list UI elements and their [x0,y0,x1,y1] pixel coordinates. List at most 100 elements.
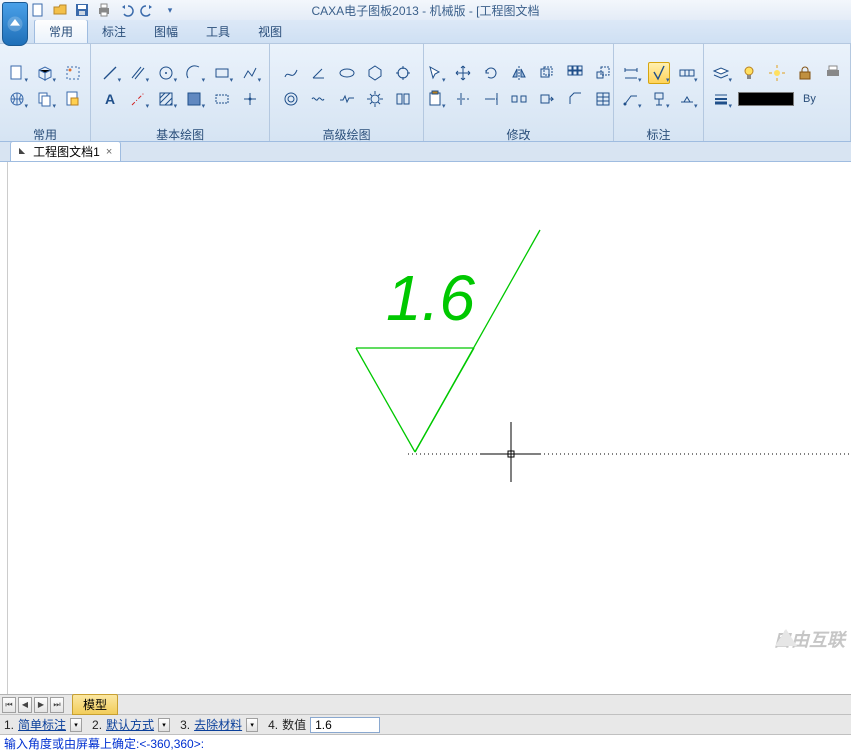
new-doc-icon[interactable] [6,62,28,84]
array-icon[interactable] [564,62,586,84]
chevron-down-icon[interactable]: ▾ [70,718,82,732]
nav-first-icon[interactable]: ⏮ [2,697,16,713]
text-icon[interactable]: A [99,88,121,110]
window-title: CAXA电子图板2013 - 机械版 - [工程图文档 [311,2,539,19]
printer-icon[interactable] [822,62,844,84]
datum-icon[interactable] [648,88,670,110]
extend-icon[interactable] [480,88,502,110]
hatch-icon[interactable] [155,88,177,110]
construct-icon[interactable] [392,62,414,84]
leader-icon[interactable] [620,88,642,110]
ring-icon[interactable] [280,88,302,110]
ribbon: 常用 A 基本绘图 [0,44,851,142]
redo-icon[interactable] [140,2,156,18]
chevron-down-icon[interactable]: ▾ [158,718,170,732]
app-menu-button[interactable] [2,2,28,46]
centerline-icon[interactable] [127,88,149,110]
dim-linear-icon[interactable] [620,62,642,84]
new-icon[interactable] [30,2,46,18]
copy-icon[interactable] [34,88,56,110]
lineweight-icon[interactable] [710,88,732,110]
open-icon[interactable] [52,2,68,18]
clipboard-icon[interactable] [424,88,446,110]
weld-icon[interactable] [676,88,698,110]
left-gutter [0,162,8,694]
tab-frame[interactable]: 图幅 [140,20,192,43]
tab-view[interactable]: 视图 [244,20,296,43]
parallel-icon[interactable] [127,62,149,84]
zigzag-icon[interactable] [336,88,358,110]
value-input[interactable] [310,717,380,733]
block-icon[interactable] [392,88,414,110]
doc-tab-tri-icon: ◣ [19,146,25,155]
panel-label-basic: 基本绘图 [97,123,263,139]
document-tabs: ◣ 工程图文档1 × [0,142,851,162]
stretch-icon[interactable] [536,88,558,110]
region-icon[interactable] [211,88,233,110]
close-icon[interactable]: × [106,146,112,158]
chevron-down-icon[interactable]: ▾ [246,718,258,732]
line-icon[interactable] [99,62,121,84]
lock-icon[interactable] [794,62,816,84]
workspace: 1.6 自由互联 [0,162,851,694]
panel-common: 常用 [0,44,91,141]
tab-common[interactable]: 常用 [34,19,88,43]
table-icon[interactable] [592,88,614,110]
model-tab[interactable]: 模型 [72,694,118,715]
tab-tools[interactable]: 工具 [192,20,244,43]
tab-annotation[interactable]: 标注 [88,20,140,43]
panel-advanced-draw: 高级绘图 [270,44,424,141]
globe-icon[interactable] [6,88,28,110]
offset-icon[interactable] [536,62,558,84]
wave-icon[interactable] [308,88,330,110]
point-icon[interactable] [239,88,261,110]
nav-next-icon[interactable]: ▶ [34,697,48,713]
ribbon-tabs: 常用 标注 图幅 工具 视图 [0,20,851,44]
document-tab[interactable]: ◣ 工程图文档1 × [10,141,121,161]
polyline-icon[interactable] [239,62,261,84]
command-line[interactable]: 输入角度或由屏幕上确定:<-360,360>: [0,734,851,752]
surface-finish-icon[interactable] [648,62,670,84]
opt-style[interactable]: 2. 默认方式 ▾ [92,716,178,733]
rotate-icon[interactable] [480,62,502,84]
opt-material[interactable]: 3. 去除材料 ▾ [180,716,266,733]
rect-icon[interactable] [211,62,233,84]
drawing-canvas[interactable]: 1.6 自由互联 [8,162,851,694]
trim-icon[interactable] [452,88,474,110]
panel-label-advanced: 高级绘图 [276,123,417,139]
angle-icon[interactable] [308,62,330,84]
bulb-icon[interactable] [738,62,760,84]
watermark: 自由互联 [773,626,845,652]
scale-icon[interactable] [592,62,614,84]
tolerance-icon[interactable] [676,62,698,84]
color-swatch[interactable] [738,92,794,106]
spline-icon[interactable] [280,62,302,84]
panel-label-common: 常用 [6,123,84,139]
circle-icon[interactable] [155,62,177,84]
opt-mode[interactable]: 1. 简单标注 ▾ [4,716,90,733]
nav-prev-icon[interactable]: ◀ [18,697,32,713]
cube-icon[interactable] [34,62,56,84]
arc-icon[interactable] [183,62,205,84]
undo-icon[interactable] [118,2,134,18]
polygon-icon[interactable] [364,62,386,84]
select-icon[interactable] [62,62,84,84]
mirror-icon[interactable] [508,62,530,84]
panel-modify: 修改 [424,44,614,141]
cursor-icon[interactable] [424,62,446,84]
qat-more-icon[interactable]: ▾ [162,2,178,18]
nav-last-icon[interactable]: ⏭ [50,697,64,713]
save-icon[interactable] [74,2,90,18]
fill-icon[interactable] [183,88,205,110]
ellipse-icon[interactable] [336,62,358,84]
layer-icon[interactable] [710,62,732,84]
properties-icon[interactable] [62,88,84,110]
color-label: By [803,93,816,105]
sun-icon[interactable] [766,62,788,84]
move-icon[interactable] [452,62,474,84]
quick-access-toolbar: ▾ [30,2,178,18]
chamfer-icon[interactable] [564,88,586,110]
break-icon[interactable] [508,88,530,110]
gear-icon[interactable] [364,88,386,110]
print-icon[interactable] [96,2,112,18]
